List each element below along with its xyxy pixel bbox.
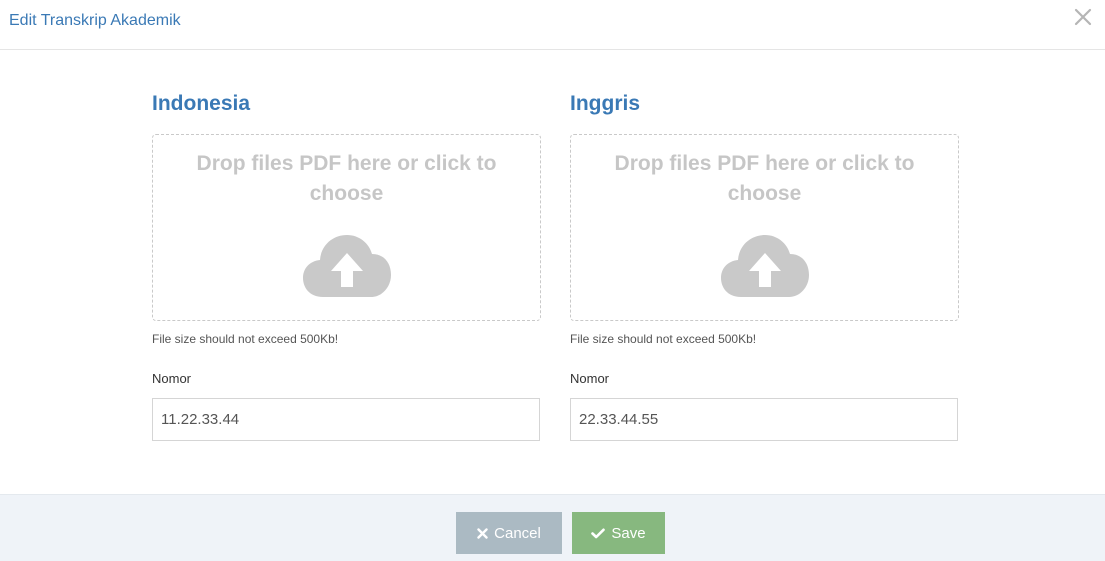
nomor-input-indonesia[interactable]	[152, 398, 540, 441]
save-button[interactable]: Save	[572, 512, 665, 554]
cancel-button[interactable]: Cancel	[456, 512, 562, 554]
save-label: Save	[611, 524, 646, 542]
file-size-hint: File size should not exceed 500Kb!	[570, 332, 757, 346]
nomor-label: Nomor	[152, 371, 192, 386]
file-size-hint: File size should not exceed 500Kb!	[152, 332, 339, 346]
dropzone-inggris[interactable]: Drop files PDF here or click to choose	[570, 134, 959, 321]
dropzone-indonesia[interactable]: Drop files PDF here or click to choose	[152, 134, 541, 321]
modal-title: Edit Transkrip Akademik	[9, 12, 181, 29]
nomor-label: Nomor	[570, 371, 610, 386]
section-heading-inggris: Inggris	[570, 92, 641, 115]
dropzone-message: Drop files PDF here or click to choose	[196, 152, 497, 205]
column-inggris: Inggris Drop files PDF here or click to …	[570, 90, 959, 441]
close-button[interactable]	[1071, 5, 1095, 29]
cloud-upload-icon	[303, 235, 391, 297]
cloud-upload-icon	[721, 235, 809, 297]
nomor-input-inggris[interactable]	[570, 398, 958, 441]
close-icon	[1074, 8, 1092, 26]
modal-header: Edit Transkrip Akademik	[0, 0, 1105, 50]
dropzone-message: Drop files PDF here or click to choose	[614, 152, 915, 205]
modal-footer: Cancel Save	[0, 494, 1105, 561]
times-icon	[477, 527, 488, 539]
check-icon	[591, 528, 606, 538]
section-heading-indonesia: Indonesia	[152, 92, 251, 115]
column-indonesia: Indonesia Drop files PDF here or click t…	[152, 90, 541, 441]
cancel-label: Cancel	[494, 524, 541, 542]
